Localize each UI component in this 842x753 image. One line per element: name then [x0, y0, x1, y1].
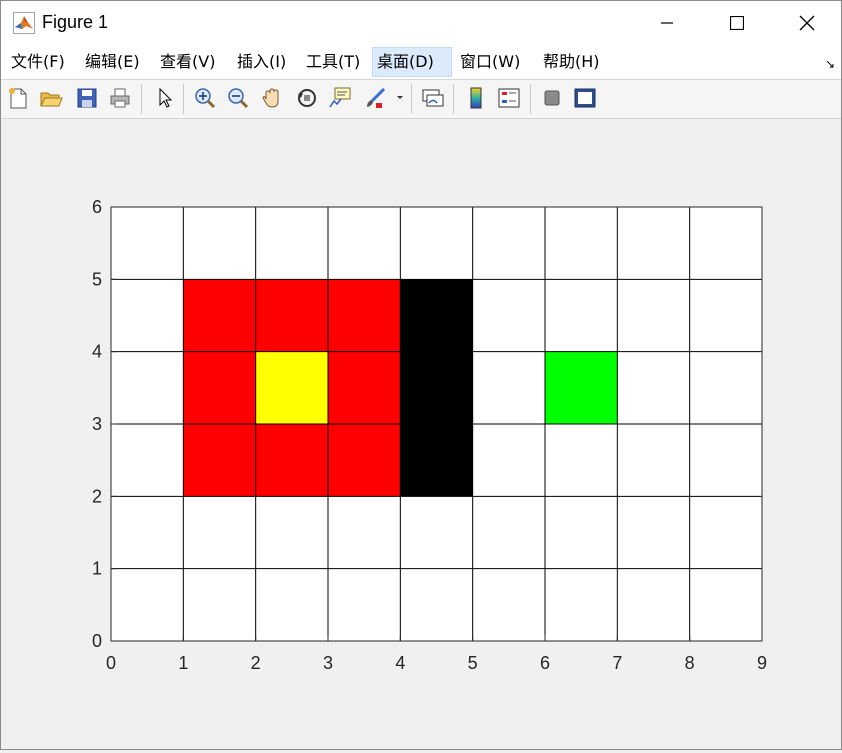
- grid-cell: [183, 424, 256, 497]
- colorbar-icon[interactable]: [463, 85, 489, 111]
- pan-hand-icon[interactable]: [259, 85, 285, 111]
- menu-desktop[interactable]: 桌面(D): [372, 47, 452, 77]
- rotate-3d-icon[interactable]: [294, 85, 320, 111]
- dock-figure-arrow-icon[interactable]: ↘: [825, 57, 835, 71]
- x-tick-label: 1: [178, 653, 188, 673]
- maximize-button[interactable]: [702, 1, 772, 45]
- toolbar-separator: [530, 84, 531, 114]
- minimize-icon: [661, 22, 673, 24]
- x-tick-label: 6: [540, 653, 550, 673]
- title-bar[interactable]: Figure 1: [1, 1, 841, 45]
- zoom-out-icon[interactable]: [225, 85, 251, 111]
- y-tick-label: 5: [92, 269, 102, 289]
- y-tick-label: 4: [92, 342, 102, 362]
- toolbar-separator: [453, 84, 454, 114]
- grid-cell: [328, 279, 401, 352]
- x-tick-label: 5: [468, 653, 478, 673]
- grid-cell: [183, 351, 256, 424]
- close-icon: [799, 15, 815, 31]
- x-tick-label: 8: [685, 653, 695, 673]
- toolbar-separator: [411, 84, 412, 114]
- y-tick-label: 1: [92, 559, 102, 579]
- brush-dropdown-icon[interactable]: [393, 85, 407, 111]
- close-button[interactable]: [772, 1, 842, 45]
- grid-cell: [400, 351, 473, 424]
- y-tick-label: 6: [92, 197, 102, 217]
- y-tick-label: 0: [92, 631, 102, 651]
- save-icon[interactable]: [74, 85, 100, 111]
- menu-file[interactable]: 文件(F): [7, 47, 69, 77]
- menu-bar: 文件(F) 编辑(E) 查看(V) 插入(I) 工具(T) 桌面(D) 窗口(W…: [1, 45, 841, 79]
- menu-tools[interactable]: 工具(T): [302, 47, 364, 77]
- y-tick-label: 3: [92, 414, 102, 434]
- legend-icon[interactable]: [496, 85, 522, 111]
- grid-cell: [545, 351, 618, 424]
- grid-cell: [400, 279, 473, 352]
- hide-plot-tools-icon[interactable]: [539, 85, 565, 111]
- link-plot-icon[interactable]: [420, 85, 446, 111]
- data-cursor-icon[interactable]: [327, 85, 353, 111]
- figure-canvas[interactable]: 0 1 2 3 4 5 6 7 8 9 0 1 2 3 4 5 6: [1, 119, 841, 749]
- grid-cell: [255, 351, 328, 424]
- x-tick-label: 4: [395, 653, 405, 673]
- minimize-button[interactable]: [632, 1, 702, 45]
- menu-window[interactable]: 窗口(W): [456, 47, 524, 77]
- figure-window: Figure 1 文件(F) 编辑(E) 查看(V) 插入(I) 工具(T) 桌…: [0, 0, 842, 750]
- matlab-logo-icon: [13, 12, 35, 34]
- grid-cell: [328, 351, 401, 424]
- maximize-icon: [730, 16, 744, 30]
- window-title: Figure 1: [42, 12, 109, 32]
- menu-edit[interactable]: 编辑(E): [81, 47, 144, 77]
- select-pointer-icon[interactable]: [152, 85, 178, 111]
- menu-help[interactable]: 帮助(H): [539, 47, 604, 77]
- y-tick-label: 2: [92, 486, 102, 506]
- toolbar-separator: [141, 84, 142, 114]
- grid-cell: [183, 279, 256, 352]
- plot-axes[interactable]: 0 1 2 3 4 5 6 7 8 9 0 1 2 3 4 5 6: [1, 119, 841, 749]
- zoom-in-icon[interactable]: [192, 85, 218, 111]
- figure-toolbar: [1, 79, 841, 119]
- menu-view[interactable]: 查看(V): [156, 47, 219, 77]
- brush-icon[interactable]: [362, 85, 388, 111]
- x-tick-label: 7: [612, 653, 622, 673]
- grid-cell: [328, 424, 401, 497]
- x-tick-label: 9: [757, 653, 767, 673]
- show-plot-tools-icon[interactable]: [572, 85, 598, 111]
- x-tick-label: 2: [251, 653, 261, 673]
- toolbar-separator: [183, 84, 184, 114]
- grid-cell: [255, 279, 328, 352]
- menu-insert[interactable]: 插入(I): [233, 47, 290, 77]
- open-file-icon[interactable]: [38, 85, 64, 111]
- x-tick-label: 0: [106, 653, 116, 673]
- print-icon[interactable]: [107, 85, 133, 111]
- grid-cell: [255, 424, 328, 497]
- new-figure-icon[interactable]: [5, 85, 31, 111]
- grid-cell: [400, 424, 473, 497]
- x-tick-label: 3: [323, 653, 333, 673]
